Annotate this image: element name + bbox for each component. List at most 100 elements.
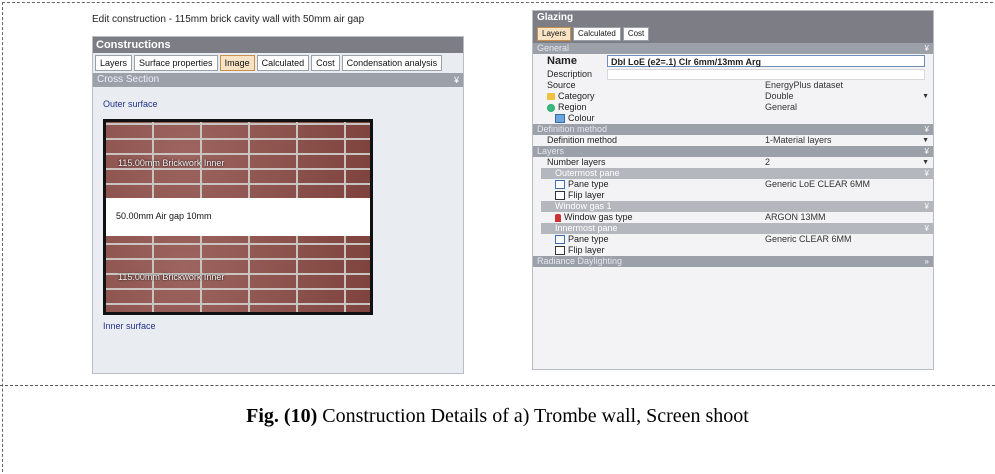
inner-surface-label: Inner surface (103, 321, 156, 331)
window-gas-type-value[interactable]: ARGON 13MM (765, 212, 826, 223)
layer-label: 115.00mm Brickwork Inner (118, 272, 225, 282)
dropdown-arrow-icon[interactable]: ▼ (922, 135, 929, 146)
outer-flip-layer-row[interactable]: Flip layer (533, 190, 933, 201)
constructions-tabs: Layers Surface properties Image Calculat… (95, 55, 443, 71)
subsection-label: Outermost pane (555, 168, 620, 178)
category-row[interactable]: Category Double ▼ (533, 91, 933, 102)
definition-method-select[interactable]: 1-Material layers (765, 135, 832, 146)
tab-image[interactable]: Image (219, 55, 255, 71)
tab-layers[interactable]: Layers (537, 27, 572, 41)
globe-icon (547, 103, 555, 112)
name-field[interactable]: Dbl LoE (e2=.1) Clr 6mm/13mm Arg (607, 55, 925, 67)
subsection-innermost-pane[interactable]: Innermost pane ¥ (541, 223, 933, 234)
window-gas-type-label: Window gas type (564, 212, 633, 222)
name-row: Name Dbl LoE (e2=.1) Clr 6mm/13mm Arg (533, 54, 933, 69)
layer-label: 50.00mm Air gap 10mm (116, 211, 212, 221)
constructions-header: Constructions (93, 37, 463, 53)
dropdown-arrow-icon[interactable]: ▼ (922, 91, 929, 102)
source-value: EnergyPlus dataset (765, 80, 844, 90)
inner-flip-layer-row[interactable]: Flip layer (533, 245, 933, 256)
outer-pane-type-value[interactable]: Generic LoE CLEAR 6MM (765, 179, 870, 190)
category-label: Category (558, 91, 595, 101)
section-label: Radiance Daylighting (537, 256, 623, 266)
category-select[interactable]: Double (765, 91, 794, 102)
flip-layer-label: Flip layer (568, 245, 605, 255)
chevron-down-icon[interactable]: ¥ (925, 201, 929, 212)
region-label: Region (558, 102, 587, 112)
inner-pane-type-value[interactable]: Generic CLEAR 6MM (765, 234, 852, 245)
window-gas-type-row[interactable]: Window gas type ARGON 13MM (533, 212, 933, 223)
figure-number: Fig. (10) (246, 405, 318, 427)
section-radiance-daylighting[interactable]: Radiance Daylighting » (533, 256, 933, 267)
figure-caption-text: Construction Details of a) Trombe wall, … (317, 405, 749, 427)
tab-calculated[interactable]: Calculated (573, 27, 621, 41)
colour-row[interactable]: Colour (533, 113, 933, 124)
outer-pane-type-row[interactable]: Pane type Generic LoE CLEAR 6MM (533, 179, 933, 190)
region-row[interactable]: Region General (533, 102, 933, 113)
checkbox-icon[interactable] (555, 246, 565, 256)
section-general[interactable]: General ¥ (533, 43, 933, 54)
tab-layers[interactable]: Layers (95, 55, 133, 71)
glazing-window: Glazing Layers Calculated Cost General ¥… (532, 10, 934, 370)
pane-icon (555, 235, 565, 245)
dropdown-arrow-icon[interactable]: ▼ (922, 157, 929, 168)
cross-section-bar[interactable]: Cross Section ¥ (93, 73, 463, 87)
name-label: Name (547, 55, 577, 67)
number-layers-row[interactable]: Number layers 2 ▼ (533, 157, 933, 168)
brick-layer-inner: 115.00mm Brickwork Inner (106, 236, 370, 312)
subsection-label: Innermost pane (555, 223, 618, 233)
figure-caption: Fig. (10) Construction Details of a) Tro… (0, 405, 995, 428)
tab-surface-properties[interactable]: Surface properties (134, 55, 218, 71)
section-label: General (537, 43, 570, 53)
number-layers-label: Number layers (547, 157, 606, 167)
description-row: Description (533, 69, 933, 80)
pane-type-label: Pane type (568, 179, 609, 189)
outer-surface-label: Outer surface (103, 99, 158, 109)
pane-icon (555, 180, 565, 190)
number-layers-select[interactable]: 2 (765, 157, 770, 168)
constructions-frame: Constructions Layers Surface properties … (92, 36, 464, 374)
section-layers[interactable]: Layers ¥ (533, 146, 933, 157)
caption-divider (0, 385, 995, 386)
folder-icon (547, 93, 555, 101)
description-label: Description (547, 69, 593, 79)
definition-method-label: Definition method (547, 135, 618, 145)
chevron-down-icon[interactable]: ¥ (454, 73, 459, 87)
inner-pane-type-row[interactable]: Pane type Generic CLEAR 6MM (533, 234, 933, 245)
region-value[interactable]: General (765, 102, 797, 113)
colour-label: Colour (568, 113, 595, 123)
subsection-outermost-pane[interactable]: Outermost pane ¥ (541, 168, 933, 179)
description-field[interactable] (607, 69, 925, 80)
subsection-label: Window gas 1 (555, 201, 612, 211)
source-label: Source (547, 80, 576, 90)
tab-cost[interactable]: Cost (622, 27, 650, 41)
chevron-down-icon[interactable]: ¥ (925, 223, 929, 234)
double-chevron-icon[interactable]: » (925, 256, 929, 267)
section-definition-method[interactable]: Definition method ¥ (533, 124, 933, 135)
chevron-down-icon[interactable]: ¥ (925, 168, 929, 179)
chevron-down-icon[interactable]: ¥ (925, 43, 929, 54)
chevron-down-icon[interactable]: ¥ (925, 124, 929, 135)
window-title: Edit construction - 115mm brick cavity w… (92, 14, 365, 25)
cross-section-label: Cross Section (97, 74, 160, 85)
tab-cost[interactable]: Cost (311, 55, 340, 71)
cross-section-image: 115.00mm Brickwork Inner 50.00mm Air gap… (103, 119, 373, 315)
layer-label: 115.00mm Brickwork Inner (118, 158, 225, 168)
definition-method-row[interactable]: Definition method 1-Material layers ▼ (533, 135, 933, 146)
brick-layer-outer: 115.00mm Brickwork Inner (106, 122, 370, 198)
glazing-header: Glazing (533, 11, 933, 25)
tab-condensation-analysis[interactable]: Condensation analysis (341, 55, 443, 71)
checkbox-icon[interactable] (555, 191, 565, 201)
constructions-window: Edit construction - 115mm brick cavity w… (92, 14, 464, 374)
chevron-down-icon[interactable]: ¥ (925, 146, 929, 157)
flip-layer-label: Flip layer (568, 190, 605, 200)
gas-cylinder-icon (555, 213, 561, 222)
section-label: Definition method (537, 124, 608, 134)
tab-calculated[interactable]: Calculated (256, 55, 310, 71)
subsection-window-gas[interactable]: Window gas 1 ¥ (541, 201, 933, 212)
source-row: Source EnergyPlus dataset (533, 80, 933, 91)
colour-swatch-icon[interactable] (555, 114, 565, 124)
air-gap-layer: 50.00mm Air gap 10mm (106, 198, 370, 236)
pane-type-label: Pane type (568, 234, 609, 244)
glazing-tabs: Layers Calculated Cost (533, 25, 933, 43)
